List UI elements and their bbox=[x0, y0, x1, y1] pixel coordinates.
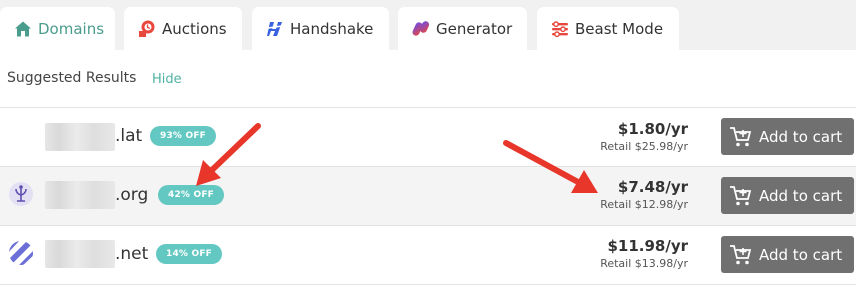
tab-label: Auctions bbox=[162, 19, 227, 38]
blurred-domain-name bbox=[45, 240, 115, 268]
result-row: .lat 93% OFF $1.80/yr Retail $25.98/yr A… bbox=[0, 108, 856, 166]
add-to-cart-label: Add to cart bbox=[759, 127, 843, 146]
tab-beast-mode[interactable]: Beast Mode bbox=[537, 7, 679, 50]
org-favicon-icon bbox=[8, 181, 34, 207]
net-favicon-icon bbox=[8, 240, 34, 266]
cart-icon bbox=[729, 184, 753, 208]
add-to-cart-button[interactable]: Add to cart bbox=[721, 236, 854, 273]
blurred-domain-name bbox=[45, 123, 115, 151]
domain-tld: .lat bbox=[115, 126, 143, 146]
domain-tld: .org bbox=[115, 185, 149, 205]
result-row: .net 14% OFF $11.98/yr Retail $13.98/yr … bbox=[0, 226, 856, 284]
suggested-results-title: Suggested Results bbox=[7, 70, 137, 86]
price: $11.98/yr bbox=[607, 237, 688, 255]
add-to-cart-button[interactable]: Add to cart bbox=[721, 177, 854, 214]
tab-label: Generator bbox=[436, 19, 513, 38]
tab-generator[interactable]: Generator bbox=[398, 7, 527, 50]
retail-price: Retail $25.98/yr bbox=[600, 140, 688, 153]
tab-handshake[interactable]: Handshake bbox=[252, 7, 389, 50]
result-row: .org 42% OFF $7.48/yr Retail $12.98/yr A… bbox=[0, 167, 856, 225]
tab-domains[interactable]: Domains bbox=[0, 7, 115, 50]
home-icon bbox=[14, 20, 32, 38]
cart-icon bbox=[729, 125, 753, 149]
price: $1.80/yr bbox=[617, 120, 688, 138]
tab-bar: Domains Auctions Handshake Generator Bea… bbox=[0, 0, 856, 50]
generator-icon bbox=[412, 20, 430, 38]
divider bbox=[0, 284, 856, 285]
tab-label: Domains bbox=[38, 19, 105, 38]
add-to-cart-label: Add to cart bbox=[759, 186, 843, 205]
price: $7.48/yr bbox=[617, 178, 688, 196]
add-to-cart-button[interactable]: Add to cart bbox=[721, 118, 854, 155]
retail-price: Retail $12.98/yr bbox=[600, 198, 688, 211]
discount-badge: 14% OFF bbox=[156, 244, 223, 264]
discount-badge: 93% OFF bbox=[150, 126, 217, 146]
tab-label: Beast Mode bbox=[575, 19, 664, 38]
sliders-icon bbox=[551, 20, 569, 38]
domain-tld: .net bbox=[115, 244, 149, 264]
cart-icon bbox=[729, 243, 753, 267]
handshake-icon bbox=[266, 20, 284, 38]
retail-price: Retail $13.98/yr bbox=[600, 257, 688, 270]
tab-auctions[interactable]: Auctions bbox=[124, 7, 242, 50]
blurred-domain-name bbox=[45, 181, 115, 209]
auction-gavel-icon bbox=[138, 20, 156, 38]
discount-badge: 42% OFF bbox=[158, 185, 225, 205]
add-to-cart-label: Add to cart bbox=[759, 245, 843, 264]
hide-link[interactable]: Hide bbox=[152, 72, 182, 87]
tab-label: Handshake bbox=[290, 19, 374, 38]
